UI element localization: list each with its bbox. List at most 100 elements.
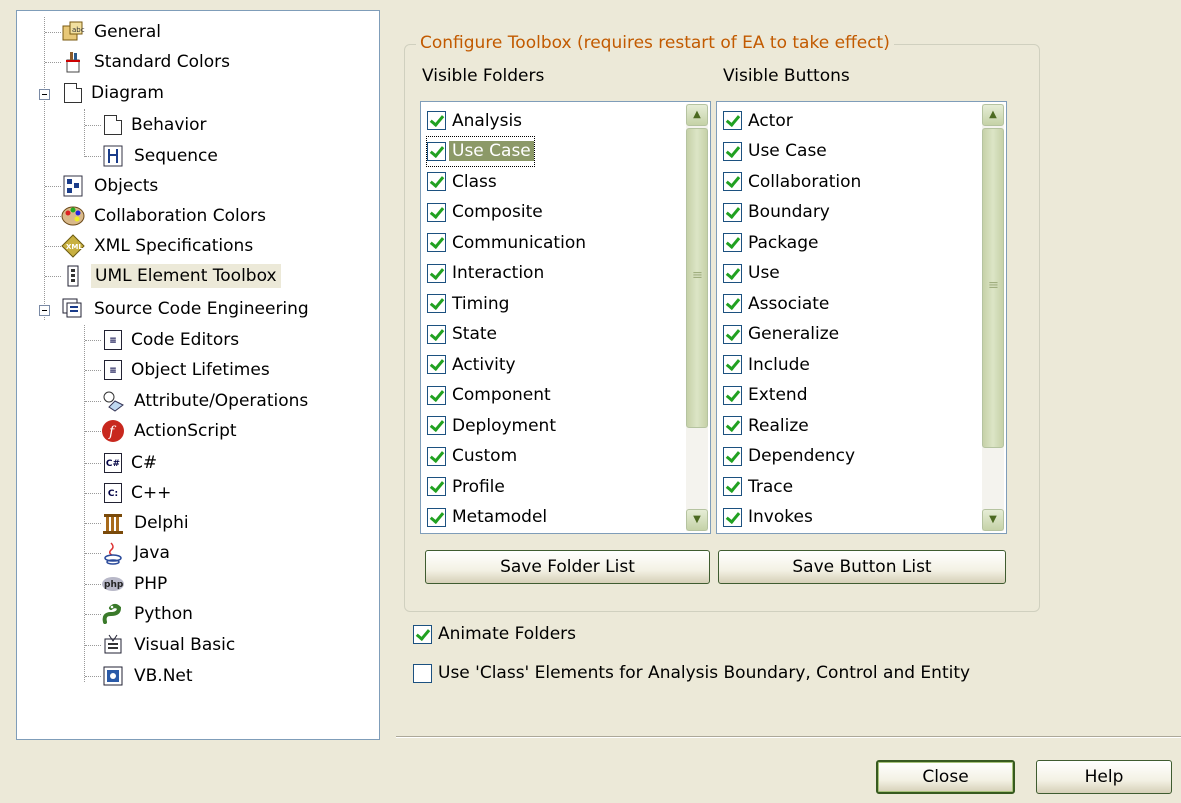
help-button[interactable]: Help: [1036, 760, 1172, 794]
tree-item-object-lifetimes[interactable]: ≡ Object Lifetimes: [101, 356, 273, 384]
animate-folders-option[interactable]: Animate Folders: [413, 624, 576, 644]
button-list-item[interactable]: Trace: [723, 472, 796, 501]
button-item-checkbox[interactable]: [723, 141, 742, 161]
folder-item-checkbox[interactable]: [427, 263, 446, 283]
scroll-up-icon[interactable]: ▲: [686, 104, 708, 126]
button-item-checkbox[interactable]: [723, 446, 742, 466]
folder-list-item[interactable]: Timing: [427, 289, 512, 318]
visible-buttons-list[interactable]: ▲ ▼ Actor Use Case Collaboration Boundary Pa…: [716, 101, 1007, 534]
tree-item-csharp[interactable]: C# C#: [101, 449, 160, 477]
button-list-item[interactable]: Package: [723, 228, 821, 257]
button-item-checkbox[interactable]: [723, 477, 742, 496]
source-code-collapse-toggle[interactable]: [39, 305, 50, 316]
button-list-item[interactable]: Associate: [723, 289, 832, 318]
folder-item-checkbox[interactable]: [427, 111, 446, 130]
button-list-item[interactable]: Include: [723, 350, 813, 379]
button-item-checkbox[interactable]: [723, 416, 742, 435]
tree-item-behavior[interactable]: Behavior: [101, 111, 210, 139]
folder-item-checkbox[interactable]: [427, 202, 446, 222]
folder-list-item[interactable]: Use Case: [426, 135, 535, 167]
scroll-down-icon[interactable]: ▼: [686, 509, 708, 531]
save-button-list-button[interactable]: Save Button List: [718, 550, 1006, 584]
tree-item-xml-specifications[interactable]: XML XML Specifications: [61, 232, 256, 260]
visible-folders-list[interactable]: ▲ ▼ Analysis Use Case Class Composite Commun…: [420, 101, 711, 534]
tree-item-general[interactable]: abc General: [61, 18, 164, 46]
folder-list-item[interactable]: Component: [427, 381, 554, 410]
tree-item-visual-basic[interactable]: Visual Basic: [101, 631, 238, 659]
diagram-collapse-toggle[interactable]: [39, 89, 50, 100]
tree-item-source-code-engineering[interactable]: Source Code Engineering: [61, 295, 312, 323]
button-item-checkbox[interactable]: [723, 324, 742, 344]
close-button[interactable]: Close: [876, 760, 1015, 794]
tree-item-code-editors[interactable]: ≡ Code Editors: [101, 326, 242, 354]
button-item-checkbox[interactable]: [723, 202, 742, 222]
folders-scrollbar[interactable]: ▲ ▼: [686, 104, 708, 531]
tree-item-collaboration-colors[interactable]: Collaboration Colors: [61, 202, 269, 230]
folder-list-item[interactable]: Metamodel: [427, 503, 550, 532]
folder-list-item[interactable]: Class: [427, 167, 500, 196]
button-item-checkbox[interactable]: [723, 111, 742, 130]
button-item-checkbox[interactable]: [723, 263, 742, 283]
button-list-item[interactable]: Collaboration: [723, 167, 864, 196]
tree-item-diagram[interactable]: Diagram: [61, 79, 167, 107]
button-list-item[interactable]: Boundary: [723, 198, 833, 227]
folder-item-checkbox[interactable]: [427, 172, 446, 191]
folder-item-checkbox[interactable]: [427, 324, 446, 344]
folder-item-checkbox[interactable]: [427, 294, 446, 313]
animate-folders-checkbox[interactable]: [413, 624, 432, 644]
folder-list-item[interactable]: Interaction: [427, 259, 547, 288]
folder-item-checkbox[interactable]: [427, 233, 446, 252]
folder-list-item[interactable]: Profile: [427, 472, 508, 501]
button-list-item[interactable]: Extend: [723, 381, 811, 410]
folder-list-item[interactable]: Custom: [427, 442, 520, 471]
folder-item-checkbox[interactable]: [427, 507, 446, 527]
button-list-item[interactable]: Use: [723, 259, 783, 288]
tree-item-uml-element-toolbox[interactable]: UML Element Toolbox: [61, 262, 281, 290]
button-item-checkbox[interactable]: [723, 233, 742, 252]
options-tree[interactable]: abc General Standard Colors Diagram Beha…: [16, 10, 380, 740]
folder-list-item[interactable]: State: [427, 320, 500, 349]
button-item-checkbox[interactable]: [723, 507, 742, 527]
tree-item-vbnet[interactable]: VB.Net: [101, 662, 196, 690]
tree-item-cpp[interactable]: C: C++: [101, 479, 174, 507]
folder-item-checkbox[interactable]: [427, 141, 446, 161]
button-list-item[interactable]: Realize: [723, 411, 812, 440]
tree-item-sequence[interactable]: Sequence: [101, 142, 221, 170]
tree-item-python[interactable]: Python: [101, 600, 196, 628]
button-list-item[interactable]: Invokes: [723, 503, 816, 532]
button-list-item[interactable]: Dependency: [723, 442, 858, 471]
objects-icon: [61, 174, 85, 198]
scroll-up-icon[interactable]: ▲: [982, 104, 1004, 126]
folder-list-item[interactable]: Activity: [427, 350, 519, 379]
tree-item-actionscript[interactable]: f ActionScript: [101, 417, 240, 445]
folder-item-checkbox[interactable]: [427, 355, 446, 374]
tree-item-attribute-operations[interactable]: Attribute/Operations: [101, 387, 311, 415]
folder-list-item[interactable]: Deployment: [427, 411, 559, 440]
buttons-scrollbar[interactable]: ▲ ▼: [982, 104, 1004, 531]
scroll-thumb[interactable]: [686, 128, 708, 428]
folder-item-checkbox[interactable]: [427, 416, 446, 435]
tree-item-objects[interactable]: Objects: [61, 172, 161, 200]
folder-item-checkbox[interactable]: [427, 446, 446, 466]
button-item-checkbox[interactable]: [723, 385, 742, 405]
tree-item-standard-colors[interactable]: Standard Colors: [61, 48, 233, 76]
button-item-checkbox[interactable]: [723, 172, 742, 191]
folder-list-item[interactable]: Analysis: [427, 106, 525, 135]
tree-item-delphi[interactable]: Delphi: [101, 509, 192, 537]
folder-item-checkbox[interactable]: [427, 477, 446, 496]
folder-list-item[interactable]: Composite: [427, 198, 546, 227]
scroll-down-icon[interactable]: ▼: [982, 509, 1004, 531]
scroll-thumb[interactable]: [982, 128, 1004, 448]
folder-list-item[interactable]: Communication: [427, 228, 589, 257]
button-item-checkbox[interactable]: [723, 294, 742, 313]
button-list-item[interactable]: Actor: [723, 106, 796, 135]
folder-item-checkbox[interactable]: [427, 385, 446, 405]
tree-item-php[interactable]: php PHP: [101, 570, 170, 598]
button-list-item[interactable]: Generalize: [723, 320, 842, 349]
use-class-elements-option[interactable]: Use 'Class' Elements for Analysis Bounda…: [413, 663, 970, 683]
tree-item-java[interactable]: Java: [101, 539, 173, 567]
button-item-checkbox[interactable]: [723, 355, 742, 374]
use-class-elements-checkbox[interactable]: [413, 663, 432, 683]
save-folder-list-button[interactable]: Save Folder List: [425, 550, 710, 584]
button-list-item[interactable]: Use Case: [723, 137, 830, 166]
